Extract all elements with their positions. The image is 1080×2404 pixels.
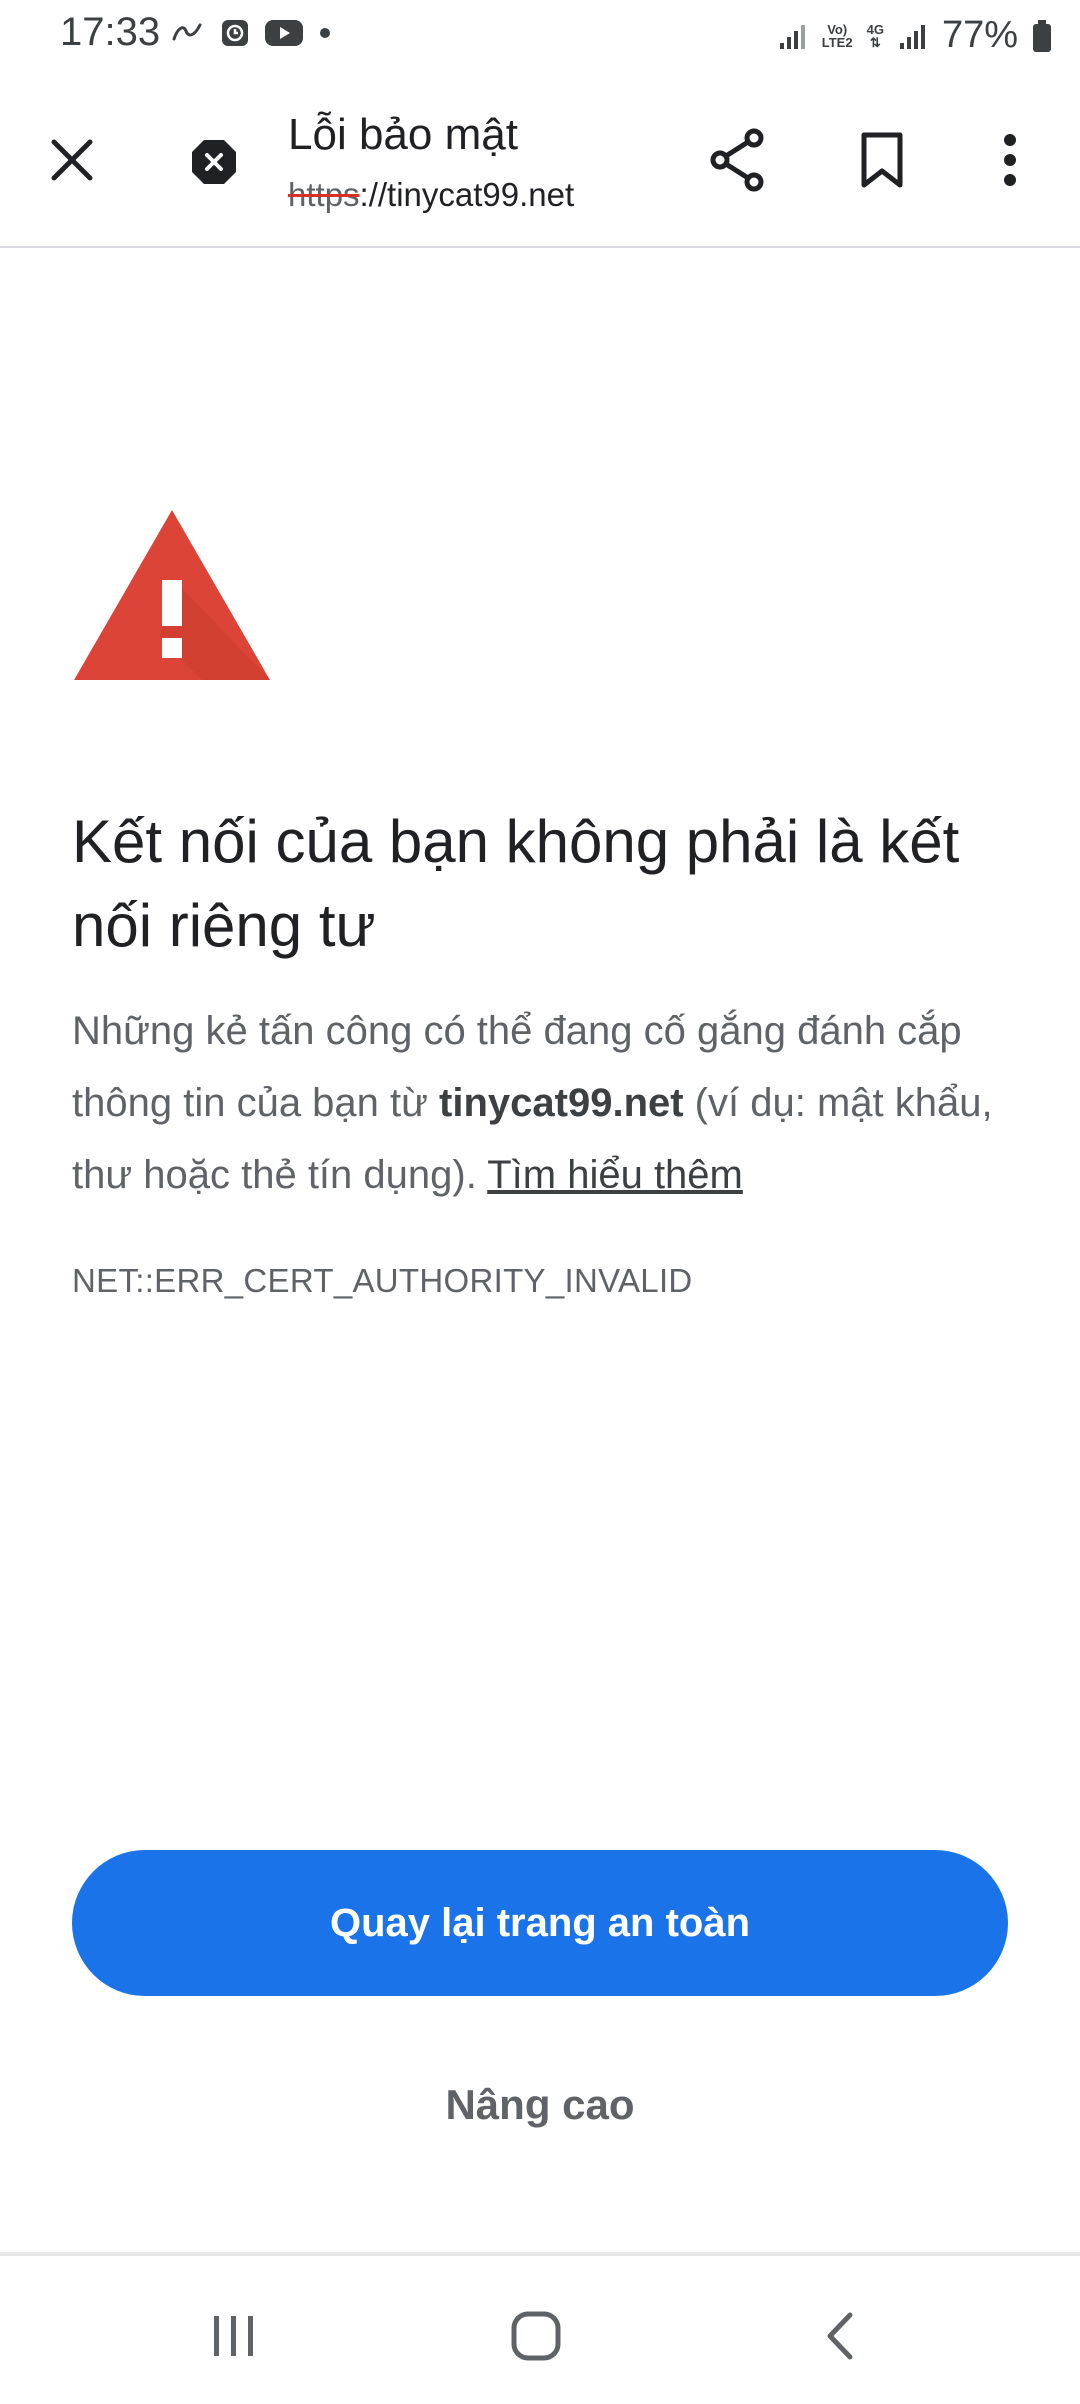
system-icons: Vo) LTE2 4G ⇅ 77% (778, 14, 1052, 57)
interstitial-headline: Kết nối của bạn không phải là kết nối ri… (72, 808, 960, 959)
close-icon (51, 139, 93, 181)
status-time: 17:33 (60, 10, 161, 54)
warning-triangle-icon (74, 510, 270, 680)
more-vert-icon (1004, 134, 1016, 186)
home-icon (511, 2311, 561, 2361)
more-options-button[interactable] (970, 120, 1050, 200)
learn-more-link[interactable]: Tìm hiểu thêm (487, 1153, 743, 1197)
recent-apps-button[interactable] (184, 2296, 284, 2376)
bookmark-button[interactable] (842, 120, 922, 200)
network-type-icon: 4G ⇅ (866, 21, 884, 50)
youtube-notification-icon (265, 20, 303, 46)
back-icon (827, 2312, 853, 2360)
security-error-icon (192, 140, 236, 184)
security-status-button[interactable] (174, 122, 254, 202)
clock-notification-icon (222, 20, 248, 46)
error-code: NET::ERR_CERT_AUTHORITY_INVALID (72, 1262, 693, 1299)
more-notifications-dot-icon (320, 28, 330, 38)
advanced-button[interactable]: Nâng cao (340, 2060, 740, 2150)
battery-percent: 77% (941, 14, 1018, 56)
custom-tab-toolbar: Lỗi bảo mật https://tinycat99.net (0, 80, 1080, 248)
back-button[interactable] (790, 2296, 890, 2376)
volte-icon: Vo) LTE2 (821, 21, 853, 50)
close-button[interactable] (32, 120, 112, 200)
messenger-notification-icon (172, 23, 202, 41)
url-host: ://tinycat99.net (359, 176, 575, 213)
home-button[interactable] (486, 2296, 586, 2376)
page-title: Lỗi bảo mật (288, 110, 518, 159)
status-bar: 17:33 Vo) LTE2 4G ⇅ 77% (0, 0, 1080, 78)
interstitial-description: Những kẻ tấn công có thể đang cố gắng đá… (72, 995, 1022, 1211)
battery-icon (1033, 19, 1051, 52)
share-icon (710, 128, 764, 192)
share-button[interactable] (698, 120, 778, 200)
recent-apps-icon (214, 2316, 253, 2356)
system-navigation-bar (0, 2252, 1080, 2404)
signal-icon (779, 24, 805, 49)
back-to-safety-button[interactable]: Quay lại trang an toàn (72, 1850, 1008, 1996)
description-host: tinycat99.net (439, 1081, 684, 1125)
signal-2-icon (899, 24, 925, 49)
page-url[interactable]: https://tinycat99.net (288, 176, 574, 214)
url-scheme: https (288, 176, 360, 213)
bookmark-icon (861, 132, 903, 188)
notification-icons (170, 18, 332, 48)
